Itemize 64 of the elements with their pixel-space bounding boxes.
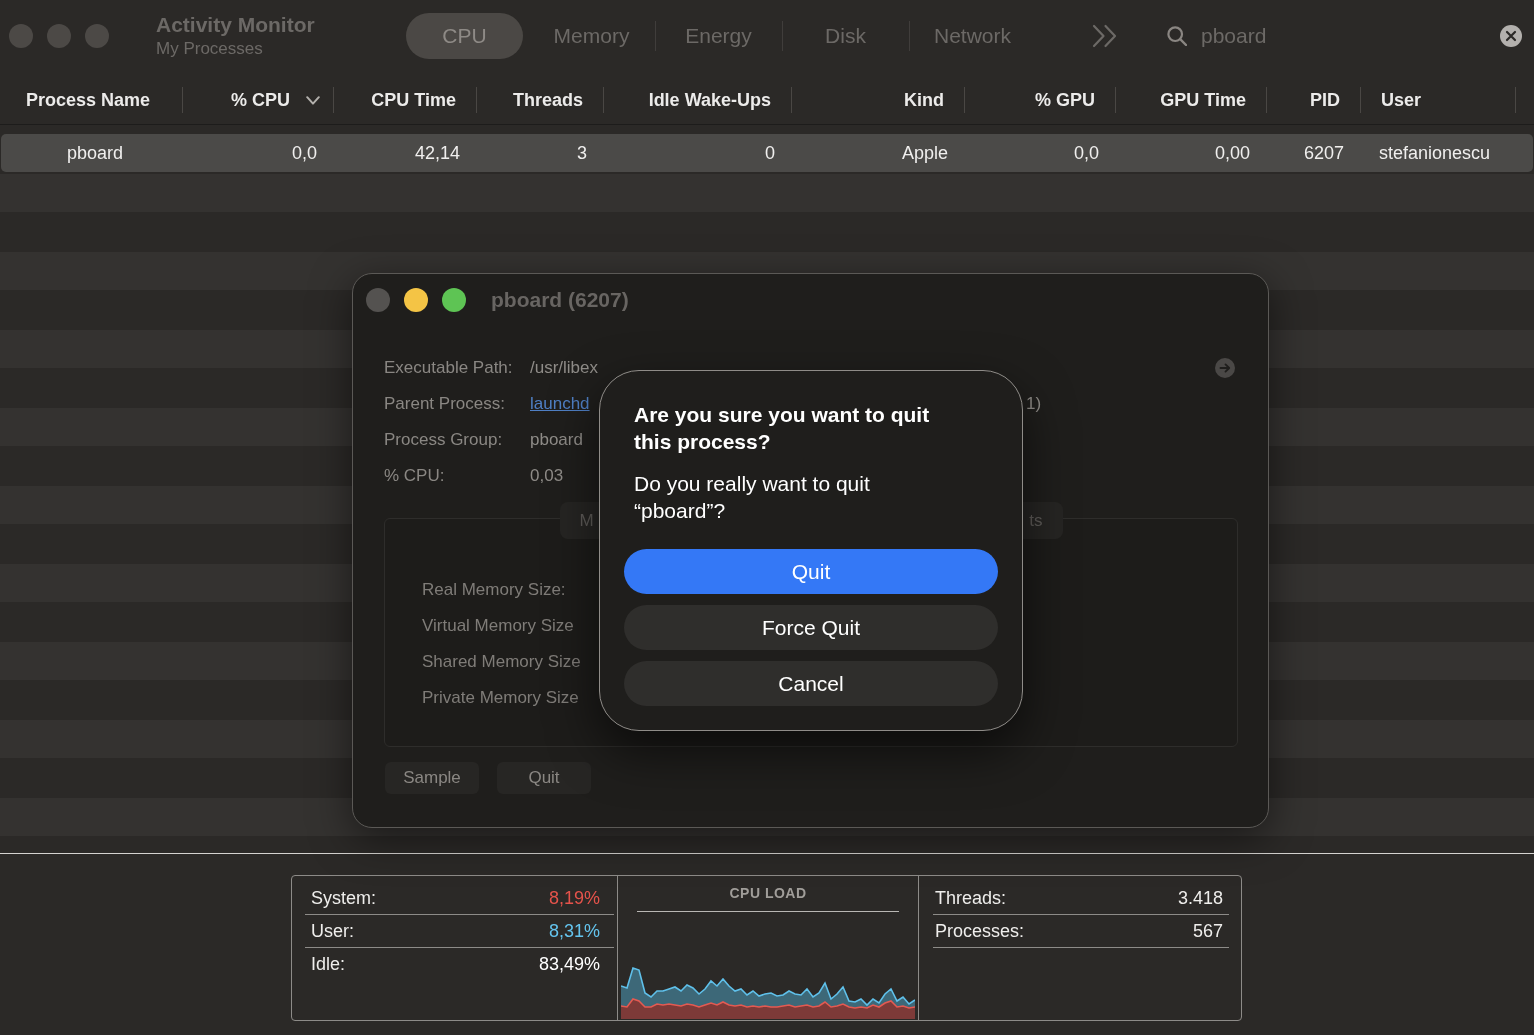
stat-value: 83,49% — [538, 953, 600, 975]
field-value: 0,03 — [530, 466, 564, 486]
field-label: Parent Process: — [384, 394, 505, 414]
app-subtitle: My Processes — [156, 38, 263, 60]
field-label: Process Group: — [384, 430, 503, 450]
table-cell-text: pboard — [66, 142, 125, 164]
dialog-button[interactable]: Cancel — [624, 661, 998, 706]
dialog-title: Are you sure you want to quit this process? — [634, 402, 931, 455]
window-button[interactable]: Sample — [385, 762, 479, 794]
zoom-icon[interactable] — [442, 288, 466, 312]
field-label: Shared Memory Size — [422, 651, 581, 673]
stat-label: Idle: — [311, 953, 346, 975]
table-cell-text: 42,14 — [413, 142, 461, 164]
chevron-down-icon — [306, 95, 320, 105]
stat-value: 3.418 — [1177, 887, 1223, 909]
clear-icon[interactable] — [1500, 25, 1522, 47]
column-header[interactable]: PID — [1267, 87, 1361, 113]
field-label: Private Memory Size — [422, 687, 579, 709]
dialog-message: Do you really want to quit “pboard”? — [634, 471, 871, 524]
column-header[interactable]: Kind — [792, 87, 965, 113]
chart-title: CPU LOAD — [729, 884, 807, 903]
table-cell-text: 3 — [576, 142, 588, 164]
table-cell-text: 0 — [764, 142, 776, 164]
field-label: Real Memory Size: — [422, 579, 566, 601]
field-label: % CPU: — [384, 466, 445, 486]
table-row[interactable]: pboard 0,0 42,14 3 0 Apple 0,0 0,00 6207 stefanionescu — [1, 134, 1533, 172]
app-title: Activity Monitor — [156, 12, 315, 38]
table-cell-text: 0,0 — [1072, 142, 1100, 164]
column-header[interactable]: % GPU — [965, 87, 1116, 113]
field-label: Virtual Memory Size — [422, 615, 574, 637]
table-cell-text: Apple — [900, 142, 949, 164]
column-header[interactable]: Threads — [477, 87, 604, 113]
window-button[interactable]: Quit — [497, 762, 591, 794]
field-label: Executable Path: — [384, 358, 513, 378]
stat-label: User: — [311, 920, 354, 942]
column-header[interactable]: User — [1361, 87, 1516, 113]
stat-label: Processes: — [935, 920, 1025, 942]
close-icon[interactable] — [366, 288, 390, 312]
column-header[interactable]: CPU Time — [334, 87, 477, 113]
table-cell-text: 6207 — [1302, 142, 1345, 164]
column-header[interactable]: Process Name — [0, 87, 183, 113]
field-value: 1) — [1026, 394, 1042, 414]
close-icon[interactable] — [9, 24, 33, 48]
stat-value: 8,19% — [548, 887, 600, 909]
table-cell-text: 0,0 — [290, 142, 318, 164]
search-icon[interactable] — [1167, 26, 1187, 46]
field-value: pboard — [530, 430, 583, 450]
dialog-button[interactable]: Force Quit — [624, 605, 998, 650]
parent-process-link[interactable]: launchd — [530, 394, 590, 414]
double-chevron-icon[interactable] — [1092, 24, 1118, 48]
stat-label: System: — [311, 887, 376, 909]
stat-label: Threads: — [935, 887, 1007, 909]
stat-value: 8,31% — [548, 920, 600, 942]
window-title: pboard (6207) — [491, 288, 629, 312]
table-cell-text: stefanionescu — [1378, 142, 1492, 164]
dialog-button[interactable]: Quit — [624, 549, 998, 594]
table-cell-text: 0,00 — [1213, 142, 1251, 164]
field-value: /usr/libex — [530, 358, 599, 378]
column-header[interactable]: GPU Time — [1116, 87, 1267, 113]
column-header[interactable]: Idle Wake-Ups — [604, 87, 792, 113]
minimize-icon[interactable] — [404, 288, 428, 312]
column-header[interactable]: % CPU — [183, 87, 334, 113]
stat-value: 567 — [1192, 920, 1223, 942]
arrow-right-icon[interactable] — [1215, 358, 1235, 378]
